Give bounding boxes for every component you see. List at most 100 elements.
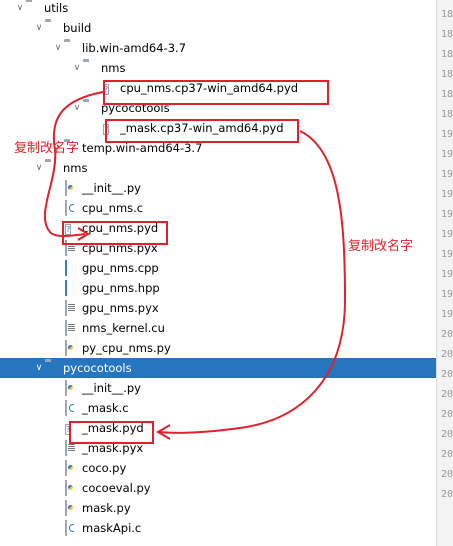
line-number: 19	[441, 309, 453, 320]
tree-folder-row[interactable]: ∨ lib.win-amd64-3.7	[0, 38, 436, 58]
line-number: 19	[441, 169, 453, 180]
folder-icon	[45, 21, 59, 35]
tree-item-label: __init__.py	[82, 381, 141, 395]
tree-file-row[interactable]: ? _mask.cp37-win_amd64.pyd	[0, 118, 436, 138]
chevron-down-icon[interactable]: ∨	[33, 18, 45, 38]
tree-folder-row[interactable]: ∨ nms	[0, 158, 436, 178]
chevron-down-icon[interactable]: ∨	[33, 358, 45, 378]
line-number: 19	[441, 229, 453, 240]
tree-folder-row[interactable]: ∨ pycocotools	[0, 358, 436, 378]
text-file-icon	[64, 300, 78, 316]
line-number: 20	[441, 489, 453, 500]
tree-file-row[interactable]: nms_kernel.cu	[0, 318, 436, 338]
line-number: 20	[441, 449, 453, 460]
tree-file-row[interactable]: __init__.py	[0, 378, 436, 398]
tree-file-row[interactable]: py_cpu_nms.py	[0, 338, 436, 358]
unknown-file-icon: ?	[103, 124, 110, 135]
line-number: 19	[441, 269, 453, 280]
line-number: 19	[441, 249, 453, 260]
line-number: 19	[441, 149, 453, 160]
line-number: 19	[441, 289, 453, 300]
tree-item-label: utils	[44, 1, 69, 15]
tree-file-row[interactable]: mask.py	[0, 498, 436, 518]
chevron-down-icon[interactable]: ∨	[71, 98, 83, 118]
chevron-down-icon[interactable]: ∨	[33, 158, 45, 178]
tree-file-row[interactable]: gpu_nms.pyx	[0, 298, 436, 318]
chevron-down-icon[interactable]: ∨	[71, 58, 83, 78]
line-number: 18	[441, 89, 453, 100]
tree-item-label: maskApi.c	[82, 521, 142, 535]
tree-item-label: py_cpu_nms.py	[82, 341, 171, 355]
chevron-down-icon[interactable]: ∨	[14, 0, 26, 18]
tree-folder-row[interactable]: ∨ pycocotools	[0, 98, 436, 118]
tree-file-row[interactable]: _mask.pyx	[0, 438, 436, 458]
line-number: 20	[441, 369, 453, 380]
tree-file-row[interactable]: coco.py	[0, 458, 436, 478]
unknown-file-icon: ?	[65, 224, 72, 235]
line-number: 20	[441, 389, 453, 400]
python-file-icon	[64, 460, 78, 476]
tree-file-row[interactable]: gpu_nms.cpp	[0, 258, 436, 278]
tree-item-label: cocoeval.py	[82, 481, 151, 495]
folder-icon	[26, 1, 40, 15]
folder-icon	[83, 61, 97, 75]
line-number: 20	[441, 469, 453, 480]
tree-item-label: temp.win-amd64-3.7	[82, 141, 203, 155]
folder-icon	[64, 41, 78, 55]
python-file-icon	[64, 180, 78, 196]
project-tree: ∨ utils ∨ build ∨ lib.win-amd64-3.7 ∨ nms? cpu_n…	[0, 0, 436, 546]
python-file-icon	[64, 480, 78, 496]
tree-file-row[interactable]: ? _mask.pyd	[0, 418, 436, 438]
tree-file-row[interactable]: ? cpu_nms.cp37-win_amd64.pyd	[0, 78, 436, 98]
line-number: 20	[441, 349, 453, 360]
tree-file-row[interactable]: __init__.py	[0, 178, 436, 198]
c-file-icon	[64, 400, 78, 416]
line-number: 20	[441, 429, 453, 440]
tree-item-label: lib.win-amd64-3.7	[82, 41, 187, 55]
line-number: 20	[441, 329, 453, 340]
tree-folder-row[interactable]: ∨ nms	[0, 58, 436, 78]
folder-icon	[45, 161, 59, 175]
tree-item-label: _mask.cp37-win_amd64.pyd	[120, 121, 284, 135]
tree-file-row[interactable]: cpu_nms.c	[0, 198, 436, 218]
tree-item-label: mask.py	[82, 501, 131, 515]
tree-item-label: _mask.pyx	[82, 441, 144, 455]
tree-item-label: pycocotools	[101, 101, 170, 115]
folder-icon	[45, 361, 59, 375]
python-file-icon	[64, 380, 78, 396]
text-file-icon	[64, 240, 78, 256]
line-number: 19	[441, 189, 453, 200]
unknown-file-icon: ?	[65, 424, 72, 435]
text-file-icon	[64, 320, 78, 336]
annotation-copy-rename-right: 复制改名字	[348, 239, 414, 254]
tree-file-row[interactable]: gpu_nms.hpp	[0, 278, 436, 298]
line-number: 19	[441, 129, 453, 140]
cpp-file-icon	[64, 280, 78, 296]
chevron-down-icon[interactable]: ∨	[52, 38, 64, 58]
tree-folder-row[interactable]: ∨ build	[0, 18, 436, 38]
tree-file-row[interactable]: maskApi.c	[0, 518, 436, 538]
tree-file-row[interactable]: _mask.c	[0, 398, 436, 418]
tree-file-row[interactable]: cocoeval.py	[0, 478, 436, 498]
tree-folder-row[interactable]: ∨ utils	[0, 0, 436, 18]
line-number: 18	[441, 49, 453, 60]
tree-item-label: coco.py	[82, 461, 127, 475]
line-number: 18	[441, 109, 453, 120]
cpp-file-icon	[64, 260, 78, 276]
tree-item-label: nms	[101, 61, 126, 75]
folder-icon	[83, 101, 97, 115]
tree-item-label: cpu_nms.pyx	[82, 241, 158, 255]
